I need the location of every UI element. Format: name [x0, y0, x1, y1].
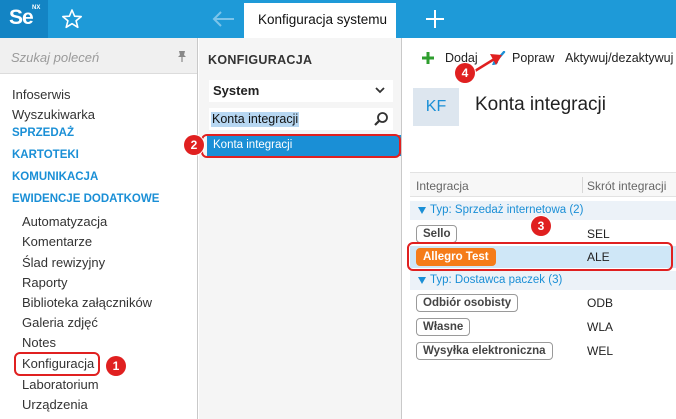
highlight-allegro-row [407, 242, 673, 271]
configuration-title: KONFIGURACJA [208, 53, 313, 67]
integration-chip[interactable]: Wysyłka elektroniczna [416, 342, 553, 360]
column-separator [582, 177, 583, 193]
module-badge: KF [413, 88, 459, 126]
column-header-integration[interactable]: Integracja [416, 179, 469, 193]
page-title: Konta integracji [475, 94, 606, 115]
logo-text: Se [9, 6, 34, 29]
highlight-configuration [14, 352, 100, 376]
table-row[interactable]: Własne WLA [410, 316, 676, 338]
command-search-input[interactable]: Szukaj poleceń [0, 38, 197, 74]
chevron-down-icon [375, 87, 385, 94]
sidebar-item-sprzedaz[interactable]: SPRZEDAŻ [12, 127, 74, 139]
configuration-search-input[interactable]: Konta integracji [209, 108, 393, 130]
module-badge-text: KF [425, 98, 447, 115]
callout-badge: 3 [531, 216, 551, 236]
group-label: Typ: Sprzedaż internetowa (2) [430, 204, 584, 216]
tab-system-configuration[interactable]: Konfiguracja systemu [244, 3, 396, 38]
callout-badge: 4 [455, 63, 475, 83]
tab-label: Konfiguracja systemu [258, 12, 388, 27]
logo-suffix: NX [32, 5, 41, 11]
command-search-placeholder: Szukaj poleceń [11, 50, 100, 65]
callout-badge: 2 [184, 135, 204, 155]
system-select-value: System [213, 83, 260, 98]
table-row[interactable]: Odbiór osobisty ODB [410, 292, 676, 314]
integration-chip[interactable]: Odbiór osobisty [416, 294, 519, 312]
sidebar-item-urzadzenia[interactable]: Urządzenia [22, 397, 88, 412]
integration-code: ODB [587, 296, 614, 310]
integration-code: SEL [587, 227, 610, 241]
sidebar-item-ewidencje-dodatkowe[interactable]: EWIDENCJE DODATKOWE [12, 193, 159, 205]
sidebar-item-biblioteka-zalacznikow[interactable]: Biblioteka załączników [22, 295, 152, 310]
table-row[interactable]: Wysyłka elektroniczna WEL [410, 340, 676, 362]
sidebar-item-kartoteki[interactable]: KARTOTEKI [12, 149, 79, 161]
activate-deactivate-button[interactable]: Aktywuj/dezaktywuj [565, 51, 673, 65]
new-tab-plus-icon[interactable] [424, 8, 446, 30]
favorites-star-icon[interactable] [60, 7, 84, 31]
top-bar: Se NX Konfiguracja systemu [0, 0, 676, 38]
sidebar-item-raporty[interactable]: Raporty [22, 275, 68, 290]
edit-label: Popraw [512, 51, 555, 65]
system-select[interactable]: System [209, 80, 393, 102]
configuration-search-value: Konta integracji [211, 112, 300, 127]
integration-chip[interactable]: Własne [416, 318, 471, 336]
sidebar-item-laboratorium[interactable]: Laboratorium [22, 377, 99, 392]
sidebar-item-slad-rewizyjny[interactable]: Ślad rewizyjny [22, 255, 105, 270]
sidebar-item-komentarze[interactable]: Komentarze [22, 234, 92, 249]
sidebar-item-automatyzacja[interactable]: Automatyzacja [22, 214, 107, 229]
integration-code: WLA [587, 320, 614, 334]
plus-icon [422, 52, 434, 64]
sidebar-item-infoserwis[interactable]: Infoserwis [12, 87, 71, 102]
sidebar-item-komunikacja[interactable]: KOMUNIKACJA [12, 171, 98, 183]
back-arrow-icon[interactable] [210, 8, 236, 30]
integration-chip[interactable]: Sello [416, 225, 458, 243]
app-logo[interactable]: Se NX [0, 0, 48, 38]
grid-header: Integracja Skrót integracji [410, 172, 676, 197]
configuration-panel: KONFIGURACJA System Konta integracji Kon… [199, 38, 402, 419]
collapse-triangle-icon [418, 277, 426, 284]
sidebar-item-galeria-zdjec[interactable]: Galeria zdjęć [22, 315, 98, 330]
group-row-parcel-carrier[interactable]: Typ: Dostawca paczek (3) [410, 271, 676, 290]
group-label: Typ: Dostawca paczek (3) [430, 274, 563, 286]
collapse-triangle-icon [418, 207, 426, 214]
column-header-code[interactable]: Skrót integracji [587, 179, 666, 193]
integration-code: WEL [587, 344, 614, 358]
search-icon[interactable] [373, 111, 389, 127]
sidebar-item-notes[interactable]: Notes [22, 335, 56, 350]
integration-accounts-grid: Integracja Skrót integracji Typ: Sprzeda… [410, 172, 676, 419]
sidebar-item-wyszukiwarka[interactable]: Wyszukiwarka [12, 107, 95, 122]
callout-badge: 1 [106, 356, 126, 376]
highlight-integration-accounts [201, 134, 401, 158]
toolbar: Dodaj Popraw Aktywuj/dezaktywuj [403, 38, 676, 78]
pin-icon[interactable] [176, 50, 188, 63]
